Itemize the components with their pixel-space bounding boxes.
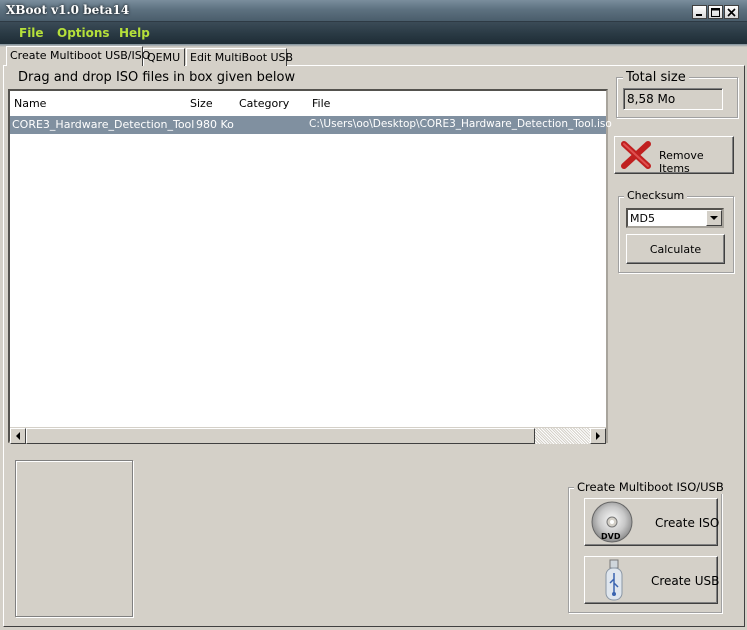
scroll-thumb[interactable] <box>26 428 535 444</box>
list-header: Name Size Category File <box>10 91 606 113</box>
arrow-left-icon <box>16 432 20 440</box>
close-icon <box>727 7 736 17</box>
remove-items-label: Remove Items <box>659 149 704 175</box>
checksum-title: Checksum <box>624 189 688 202</box>
menu-options[interactable]: Options <box>57 26 110 40</box>
preview-box <box>15 460 133 617</box>
create-multiboot-title: Create Multiboot ISO/USB <box>574 480 727 494</box>
drag-drop-label: Drag and drop ISO files in box given bel… <box>18 70 296 85</box>
usb-drive-icon <box>605 559 623 601</box>
calculate-label: Calculate <box>649 242 702 256</box>
create-iso-label: Create ISO <box>655 516 720 530</box>
column-header-category[interactable]: Category <box>239 97 289 110</box>
column-header-name[interactable]: Name <box>14 97 46 110</box>
menu-help[interactable]: Help <box>119 26 150 40</box>
window-title: XBoot v1.0 beta14 <box>6 3 130 17</box>
calculate-button[interactable]: Calculate <box>626 234 725 264</box>
checksum-select[interactable]: MD5 <box>626 208 724 228</box>
menu-file[interactable]: File <box>19 26 44 40</box>
iso-file-list[interactable]: Name Size Category File CORE3_Hardware_D… <box>8 89 612 444</box>
total-size-value: 8,58 Mo <box>623 88 723 110</box>
checksum-selected-value: MD5 <box>630 212 655 225</box>
scroll-left-button[interactable] <box>10 428 26 444</box>
chevron-down-icon <box>710 215 718 220</box>
tab-create-multiboot[interactable]: Create Multiboot USB/ISO <box>6 46 150 66</box>
create-iso-button[interactable]: DVD Create ISO <box>584 498 720 546</box>
scroll-track[interactable] <box>535 428 590 444</box>
remove-items-button[interactable]: Remove Items <box>614 136 734 175</box>
create-usb-button[interactable]: Create USB <box>584 556 720 604</box>
scroll-right-button[interactable] <box>590 428 606 444</box>
close-button[interactable] <box>724 5 739 19</box>
create-usb-label: Create USB <box>651 574 720 588</box>
arrow-right-icon <box>596 432 600 440</box>
total-size-title: Total size <box>623 70 689 85</box>
dvd-label: DVD <box>601 532 621 541</box>
table-row[interactable]: CORE3_Hardware_Detection_Tool 980 Ko C:\… <box>10 116 612 134</box>
tab-edit-multiboot[interactable]: Edit MultiBoot USB <box>186 48 293 66</box>
menu-bar <box>0 22 747 44</box>
row-file: C:\Users\oo\Desktop\CORE3_Hardware_Detec… <box>309 118 612 130</box>
checksum-dropdown-button[interactable] <box>706 210 722 226</box>
column-header-file[interactable]: File <box>312 97 330 110</box>
horizontal-scrollbar[interactable] <box>10 427 606 444</box>
dvd-icon: DVD <box>591 501 633 543</box>
row-size: 980 Ko <box>196 118 234 131</box>
minimize-icon <box>696 13 702 16</box>
maximize-icon <box>711 7 720 17</box>
column-header-size[interactable]: Size <box>190 97 213 110</box>
row-name: CORE3_Hardware_Detection_Tool <box>12 118 195 131</box>
red-x-icon <box>621 141 651 169</box>
minimize-button[interactable] <box>692 5 707 19</box>
maximize-button[interactable] <box>708 5 723 19</box>
